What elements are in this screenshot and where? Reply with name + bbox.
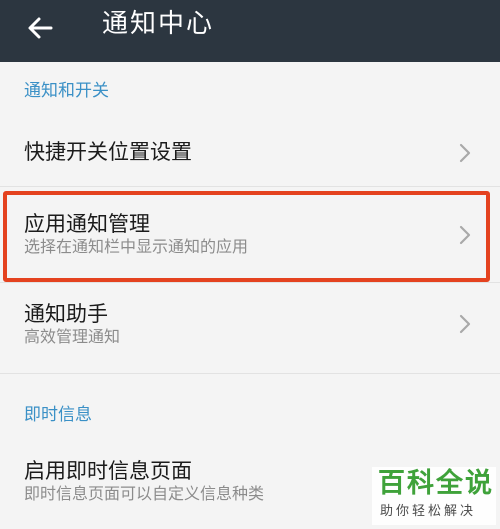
app-bar: 通知中心 — [0, 0, 500, 62]
row-title: 通知助手 — [24, 302, 108, 326]
back-button[interactable] — [18, 6, 62, 50]
row-title: 启用即时信息页面 — [24, 459, 192, 483]
divider — [0, 282, 500, 283]
row-subtitle: 选择在通知栏中显示通知的应用 — [24, 237, 249, 256]
chevron-right-icon — [459, 225, 471, 245]
row-subtitle: 高效管理通知 — [24, 327, 121, 346]
row-subtitle: 即时信息页面可以自定义信息种类 — [24, 484, 265, 503]
page-title: 通知中心 — [102, 9, 215, 39]
row-app-notification-management[interactable]: 应用通知管理 选择在通知栏中显示通知的应用 — [0, 196, 500, 272]
chevron-right-icon — [459, 314, 471, 334]
chevron-right-icon — [459, 143, 471, 163]
row-quick-switch-position[interactable]: 快捷开关位置设置 — [0, 120, 500, 186]
divider — [0, 373, 500, 374]
row-title: 应用通知管理 — [24, 212, 150, 236]
divider — [0, 186, 500, 187]
watermark-title: 百科全说 — [378, 468, 494, 499]
section-header-notifications: 通知和开关 — [24, 81, 109, 101]
watermark-subtitle: 助你轻松解决 — [380, 504, 477, 519]
watermark: 百科全说 助你轻松解决 — [372, 467, 496, 525]
section-header-instant-info: 即时信息 — [24, 405, 92, 425]
arrow-left-icon — [28, 17, 53, 39]
row-notification-assistant[interactable]: 通知助手 高效管理通知 — [0, 288, 500, 362]
row-title: 快捷开关位置设置 — [24, 140, 192, 164]
